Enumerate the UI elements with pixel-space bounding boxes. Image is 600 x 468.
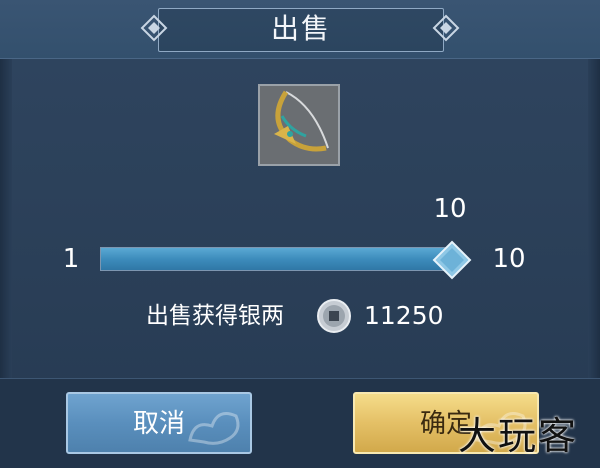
silver-coin-icon — [317, 299, 351, 333]
slider-max-label: 10 — [492, 244, 526, 274]
cancel-button-label: 取消 — [132, 409, 185, 439]
watermark-text: 大玩客 — [458, 414, 579, 458]
earnings-label: 出售获得银两 — [146, 303, 284, 329]
slider-current-value: 10 — [433, 194, 467, 224]
title-bar: 出售 — [0, 0, 600, 59]
cancel-button[interactable]: 取消 — [66, 392, 252, 454]
earnings-value: 11250 — [364, 301, 444, 330]
sell-dialog: 出售 10 1 10 出售获得银两 11250 取消 确定 大玩客 — [0, 0, 600, 468]
slider-min-label: 1 — [62, 244, 80, 274]
quantity-slider-thumb[interactable] — [432, 240, 472, 280]
dialog-title: 出售 — [270, 12, 331, 45]
item-slot[interactable] — [258, 84, 340, 166]
cloud-pattern-icon — [188, 412, 240, 445]
bow-weapon-icon — [260, 86, 338, 164]
quantity-slider-track[interactable] — [100, 247, 452, 271]
quantity-slider-fill — [101, 248, 451, 270]
